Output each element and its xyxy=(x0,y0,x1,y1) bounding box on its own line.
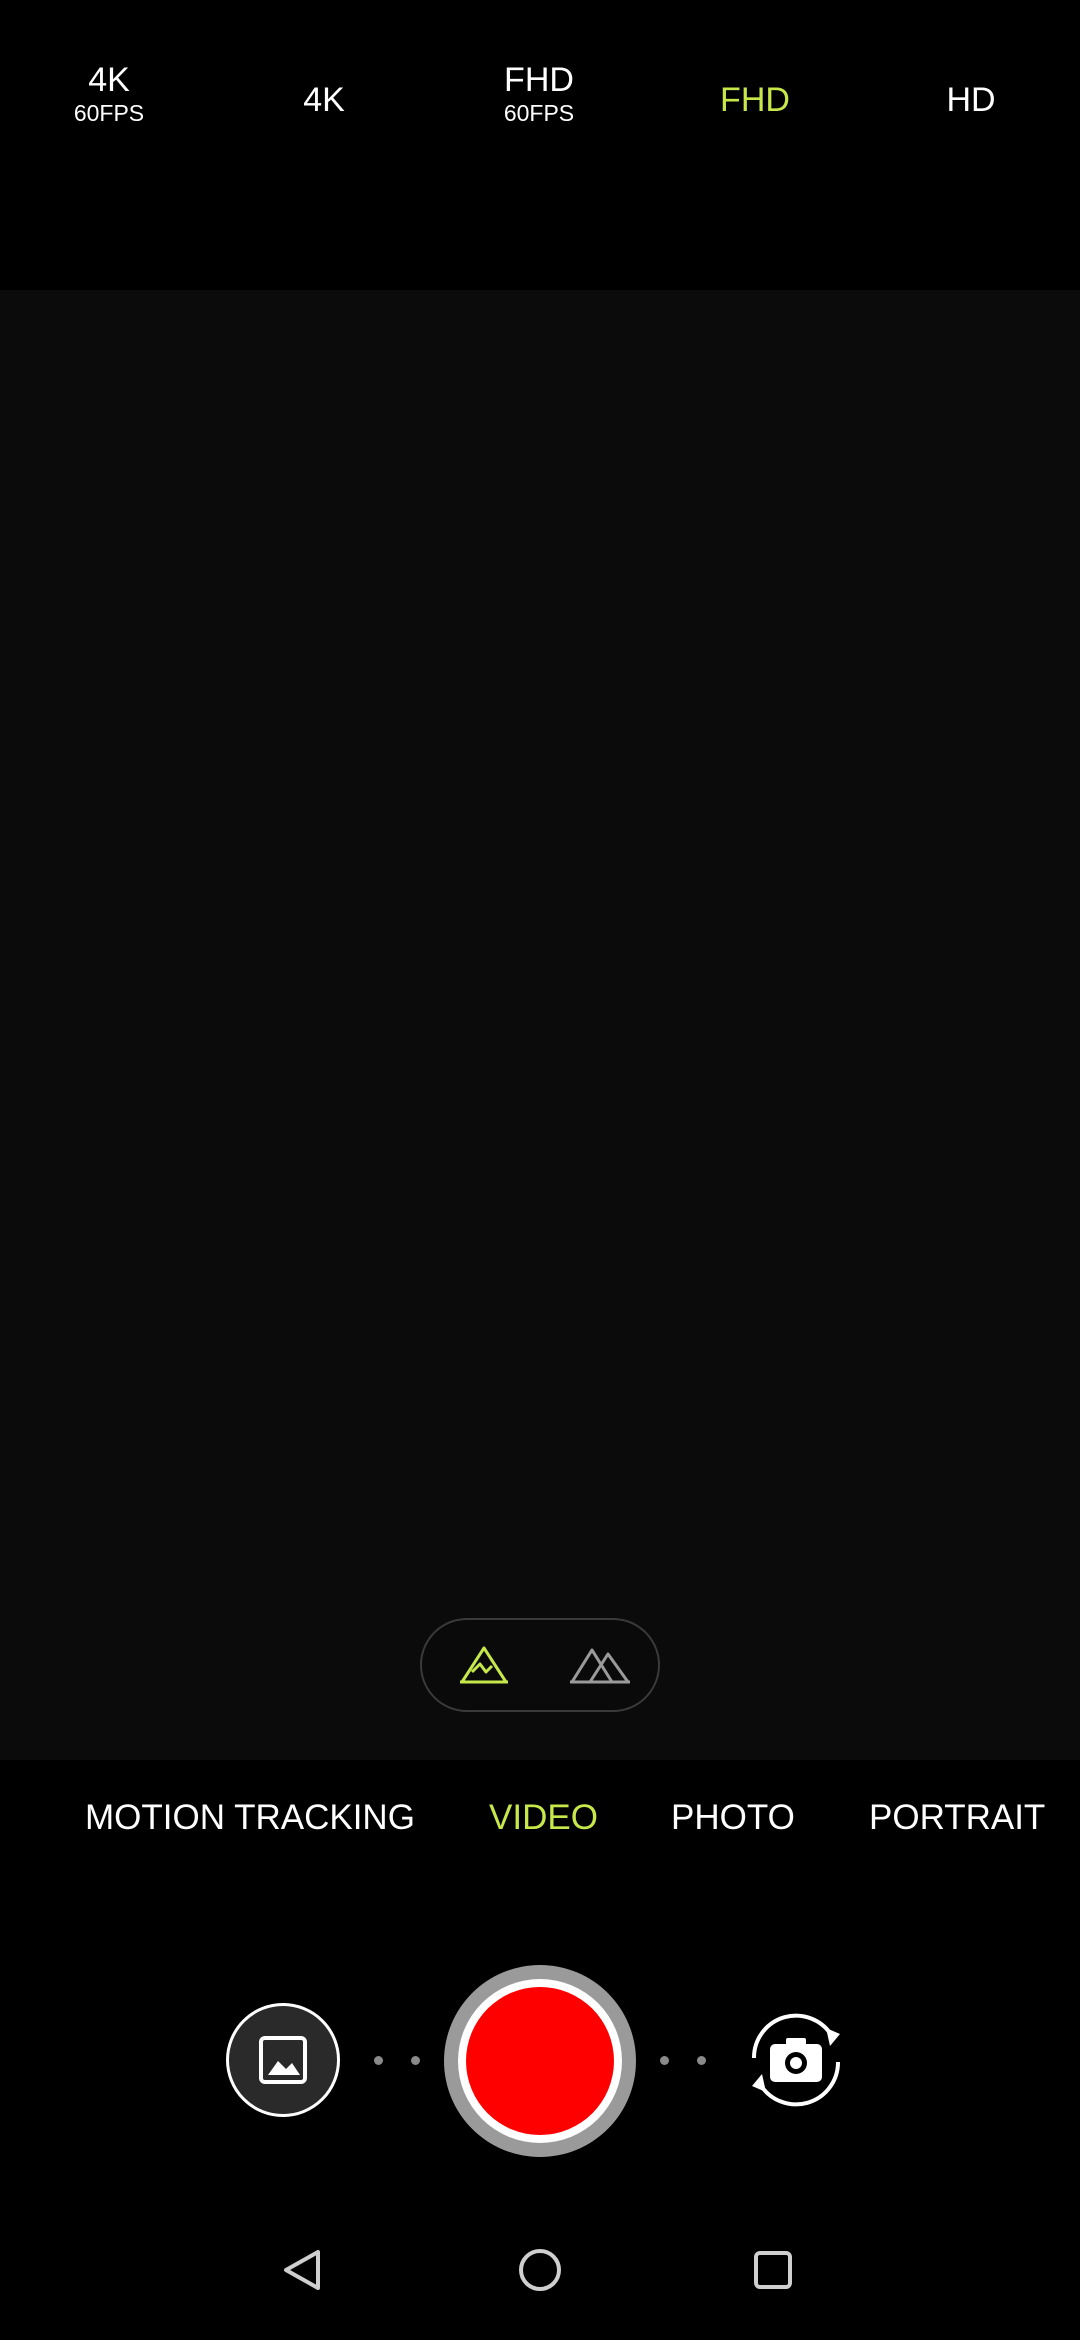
lens-wide-button[interactable] xyxy=(570,1640,630,1690)
record-button-core xyxy=(466,1987,614,2135)
recents-square-icon xyxy=(754,2251,792,2289)
resolution-sublabel: 60FPS xyxy=(73,100,145,126)
back-triangle-icon xyxy=(284,2250,320,2290)
mode-photo[interactable]: PHOTO xyxy=(671,1798,795,1838)
lens-toggle xyxy=(420,1618,660,1712)
resolution-label: 4K xyxy=(88,61,130,99)
image-icon xyxy=(259,2036,307,2084)
resolution-bar: 4K 60FPS 4K FHD 60FPS FHD HD xyxy=(0,0,1080,290)
system-navigation-bar xyxy=(0,2200,1080,2340)
nav-back-button[interactable] xyxy=(264,2230,344,2310)
pager-dot xyxy=(374,2056,383,2065)
mode-video[interactable]: VIDEO xyxy=(489,1798,598,1838)
resolution-4k[interactable]: 4K xyxy=(234,60,414,120)
pager-dot xyxy=(697,2056,706,2065)
mode-portrait[interactable]: PORTRAIT xyxy=(869,1798,1045,1838)
nav-recents-button[interactable] xyxy=(733,2230,813,2310)
pager-dot xyxy=(411,2056,420,2065)
home-circle-icon xyxy=(519,2249,561,2291)
camera-viewfinder[interactable] xyxy=(0,290,1080,1760)
lens-standard-button[interactable] xyxy=(454,1640,514,1690)
mountain-single-icon xyxy=(460,1646,508,1684)
nav-home-button[interactable] xyxy=(500,2230,580,2310)
record-button[interactable] xyxy=(444,1965,636,2157)
resolution-label: FHD xyxy=(504,61,574,99)
resolution-hd[interactable]: HD xyxy=(881,60,1061,120)
resolution-fhd[interactable]: FHD xyxy=(665,60,845,120)
resolution-label: HD xyxy=(946,81,996,119)
resolution-label: FHD xyxy=(720,81,790,119)
camera-switch-icon xyxy=(751,2013,841,2107)
mode-selector: MOTION TRACKING VIDEO PHOTO PORTRAIT xyxy=(0,1790,1080,1850)
pager-dot xyxy=(660,2056,669,2065)
record-button-ring xyxy=(458,1979,622,2143)
resolution-sublabel: 60FPS xyxy=(503,100,575,126)
switch-camera-button[interactable] xyxy=(736,2000,856,2120)
capture-controls xyxy=(0,1960,1080,2160)
gallery-button[interactable] xyxy=(226,2003,340,2117)
resolution-fhd-60fps[interactable]: FHD 60FPS xyxy=(449,60,629,126)
mode-motion-tracking[interactable]: MOTION TRACKING xyxy=(85,1798,415,1838)
mountains-wide-icon xyxy=(570,1648,630,1684)
resolution-4k-60fps[interactable]: 4K 60FPS xyxy=(19,60,199,126)
resolution-label: 4K xyxy=(303,81,345,119)
